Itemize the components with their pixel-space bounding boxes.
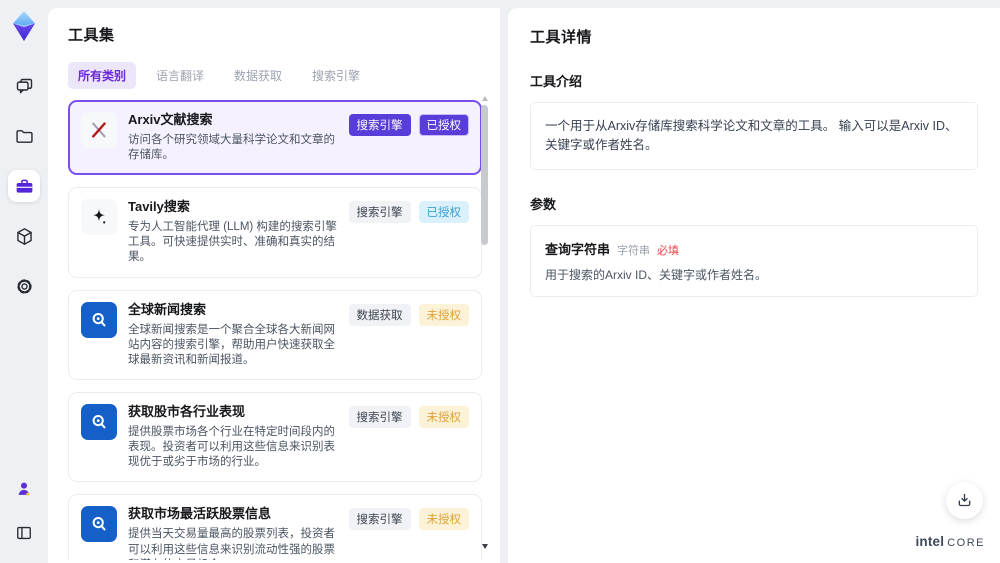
sidebar-item-chat[interactable]	[8, 70, 40, 102]
tool-details-panel: 工具详情 工具介绍 一个用于从Arxiv存储库搜索科学论文和文章的工具。 输入可…	[508, 8, 1000, 563]
tab-data-fetch[interactable]: 数据获取	[224, 62, 292, 89]
parameter-box: 查询字符串 字符串 必填 用于搜索的Arxiv ID、关键字或作者姓名。	[530, 224, 978, 298]
tab-search-engine[interactable]: 搜索引擎	[302, 62, 370, 89]
tool-list: Arxiv文献搜索 访问各个研究领域大量科学论文和文章的存储库。 搜索引擎 已授…	[68, 100, 500, 560]
download-icon	[955, 491, 974, 510]
sidebar-bottom	[8, 473, 40, 549]
sidebar-item-files[interactable]	[8, 120, 40, 152]
app-sidebar	[0, 0, 48, 563]
tool-card-sector-performance[interactable]: 获取股市各行业表现 提供股票市场各个行业在特定时间段内的表现。投资者可以利用这些…	[68, 392, 482, 483]
sidebar-item-settings[interactable]	[8, 270, 40, 302]
parameter-type: 字符串	[617, 244, 651, 257]
tool-intro-box: 一个用于从Arxiv存储库搜索科学论文和文章的工具。 输入可以是Arxiv ID…	[530, 102, 978, 170]
tool-description: 访问各个研究领域大量科学论文和文章的存储库。	[128, 133, 335, 162]
sidebar-nav	[8, 70, 40, 302]
tool-description: 专为人工智能代理 (LLM) 构建的搜索引擎工具。可快速提供实时、准确和真实的结…	[128, 221, 337, 264]
sidebar-item-models[interactable]	[8, 220, 40, 252]
params-section-title: 参数	[530, 196, 557, 212]
details-title: 工具详情	[530, 29, 593, 46]
blue-search-icon	[81, 301, 117, 338]
status-badge: 已授权	[418, 114, 469, 136]
tab-language-translation[interactable]: 语言翻译	[146, 62, 214, 89]
category-badge: 搜索引擎	[348, 201, 411, 224]
sparkle-icon	[81, 199, 117, 236]
status-badge: 未授权	[418, 303, 469, 326]
parameter-description: 用于搜索的Arxiv ID、关键字或作者姓名。	[545, 267, 768, 282]
category-badge: 搜索引擎	[348, 406, 411, 429]
arxiv-x-icon	[81, 112, 117, 148]
page-title: 工具集	[68, 27, 115, 44]
scrollbar-thumb[interactable]	[481, 105, 488, 245]
category-badge: 搜索引擎	[348, 508, 411, 531]
folder-icon	[14, 126, 35, 147]
sidebar-item-collapse[interactable]	[8, 517, 40, 549]
list-scrollbar[interactable]	[481, 96, 488, 549]
tool-name: Tavily搜索	[128, 199, 190, 215]
cube-icon	[14, 226, 35, 247]
scroll-up-arrow-icon[interactable]	[482, 96, 488, 101]
intro-section-title: 工具介绍	[530, 74, 583, 89]
tool-description: 提供当天交易量最高的股票列表，投资者可以利用这些信息来识别流动性强的股票和潜在的…	[128, 528, 335, 560]
category-badge: 搜索引擎	[348, 114, 411, 136]
tool-card-most-active-stocks[interactable]: 获取市场最活跃股票信息 提供当天交易量最高的股票列表，投资者可以利用这些信息来识…	[68, 494, 482, 560]
tool-card-global-news[interactable]: 全球新闻搜索 全球新闻搜索是一个聚合全球各大新闻网站内容的搜索引擎，帮助用户快速…	[68, 289, 482, 381]
category-tabs: 所有类别 语言翻译 数据获取 搜索引擎	[68, 62, 500, 89]
download-button[interactable]	[946, 482, 983, 519]
tool-name: 获取股市各行业表现	[128, 404, 246, 420]
status-badge: 已授权	[418, 201, 469, 224]
parameter-required-flag: 必填	[657, 244, 680, 257]
app-logo-icon	[6, 8, 42, 44]
brand-core-text: CORE	[947, 537, 985, 549]
user-avatar-icon	[14, 479, 34, 499]
gear-icon	[14, 276, 35, 297]
scroll-down-arrow-icon[interactable]	[482, 544, 488, 549]
toolbox-icon	[14, 176, 35, 197]
tab-all-categories[interactable]: 所有类别	[68, 62, 137, 89]
blue-search-icon	[81, 404, 117, 441]
parameter-name: 查询字符串	[545, 241, 611, 257]
main-area: 工具集 所有类别 语言翻译 数据获取 搜索引擎 Arxiv文献搜索 访问各个研究…	[48, 0, 1000, 563]
tool-name: 获取市场最活跃股票信息	[128, 506, 272, 522]
chat-icon	[14, 76, 35, 97]
sidebar-item-account[interactable]	[8, 473, 40, 505]
app-window: 工具集 所有类别 语言翻译 数据获取 搜索引擎 Arxiv文献搜索 访问各个研究…	[0, 0, 1000, 563]
tool-name: 全球新闻搜索	[128, 301, 207, 317]
tool-card-arxiv[interactable]: Arxiv文献搜索 访问各个研究领域大量科学论文和文章的存储库。 搜索引擎 已授…	[68, 100, 482, 176]
blue-search-icon	[81, 506, 117, 543]
sidebar-item-tools[interactable]	[8, 170, 40, 202]
tool-description: 提供股票市场各个行业在特定时间段内的表现。投资者可以利用这些信息来识别表现优于或…	[128, 425, 335, 469]
category-badge: 数据获取	[348, 303, 411, 326]
status-badge: 未授权	[418, 508, 469, 531]
panel-toggle-icon	[14, 523, 34, 543]
tool-name: Arxiv文献搜索	[128, 112, 213, 127]
status-badge: 未授权	[418, 406, 469, 429]
intel-core-logo: intel CORE	[915, 534, 985, 549]
tool-list-panel: 工具集 所有类别 语言翻译 数据获取 搜索引擎 Arxiv文献搜索 访问各个研究…	[48, 8, 500, 563]
tool-card-tavily[interactable]: Tavily搜索 专为人工智能代理 (LLM) 构建的搜索引擎工具。可快速提供实…	[68, 187, 482, 278]
tool-description: 全球新闻搜索是一个聚合全球各大新闻网站内容的搜索引擎，帮助用户快速获取全球最新资…	[128, 323, 335, 366]
brand-intel-text: intel	[915, 534, 945, 549]
